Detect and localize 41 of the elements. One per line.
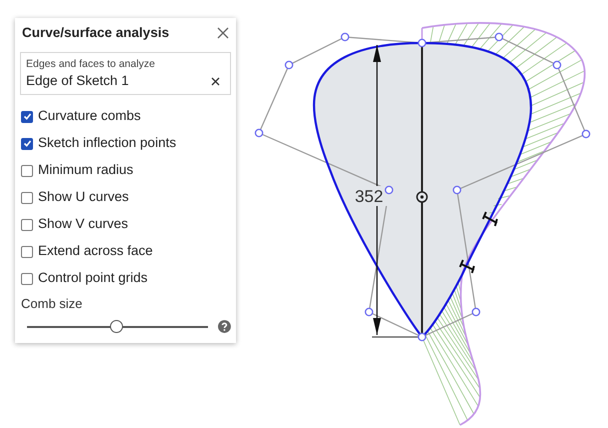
option-label: Minimum radius: [38, 161, 134, 180]
control-point[interactable]: [340, 32, 350, 42]
control-point[interactable]: [418, 332, 426, 342]
checkbox[interactable]: [21, 110, 33, 122]
slider-thumb[interactable]: [110, 320, 123, 333]
clear-icon[interactable]: [211, 76, 220, 86]
option-label: Extend across face: [38, 242, 153, 260]
option-label: Curvature combs: [38, 107, 141, 126]
control-point[interactable]: [552, 60, 562, 70]
option-label: Show V curves: [38, 215, 128, 234]
checkbox[interactable]: [21, 164, 33, 176]
control-point[interactable]: [472, 308, 480, 316]
comb-size-slider[interactable]: [27, 320, 208, 333]
close-icon[interactable]: [217, 27, 229, 39]
option-label: Sketch inflection points: [38, 134, 176, 152]
option-label: Control point grids: [38, 269, 148, 288]
control-point[interactable]: [418, 38, 426, 48]
field-value: Edge of Sketch 1: [26, 72, 129, 90]
inflection-marker-icon: [459, 260, 475, 274]
center-point-icon: [416, 191, 428, 203]
extension-line: [372, 336, 418, 338]
field-label: Edges and faces to analyze: [26, 57, 156, 71]
checkbox[interactable]: [21, 138, 33, 150]
control-point[interactable]: [494, 32, 504, 42]
option-label: Show U curves: [38, 188, 129, 206]
control-point[interactable]: [284, 60, 294, 70]
control-point[interactable]: [582, 130, 590, 138]
checkbox[interactable]: [21, 192, 33, 204]
control-point[interactable]: [452, 186, 462, 194]
control-point[interactable]: [384, 186, 394, 194]
inflection-marker-icon: [482, 212, 498, 226]
checkbox[interactable]: [21, 218, 33, 230]
selection-field[interactable]: Edges and faces to analyze Edge of Sketch 1: [20, 52, 231, 95]
control-point[interactable]: [364, 308, 374, 316]
checkbox[interactable]: [21, 272, 33, 284]
checkbox[interactable]: [21, 246, 33, 258]
control-point[interactable]: [254, 128, 264, 138]
dimension-value: 352: [354, 187, 384, 206]
help-icon[interactable]: [218, 320, 231, 333]
panel-title: Curve/surface analysis: [22, 24, 170, 42]
comb-size-label: Comb size: [20, 295, 84, 313]
